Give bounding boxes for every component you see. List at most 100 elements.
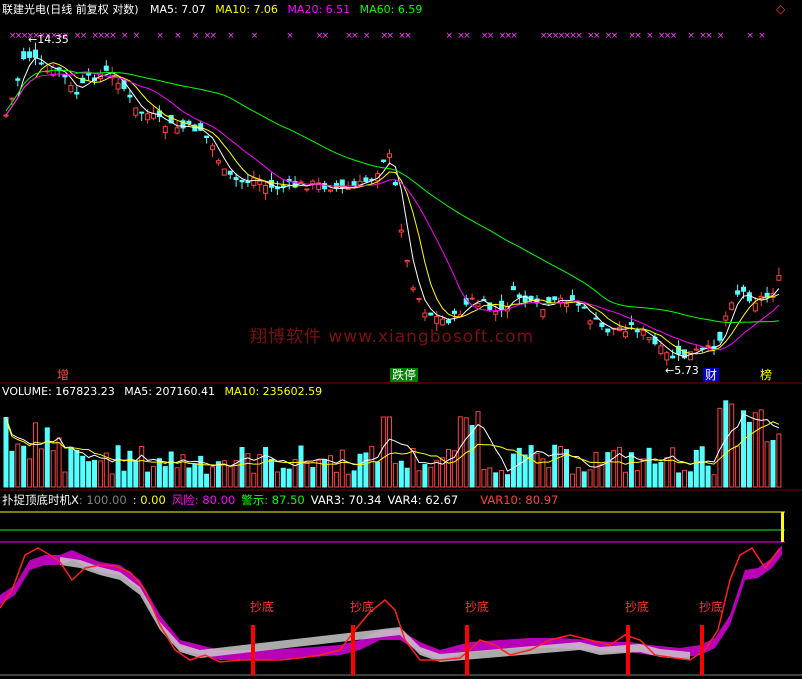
candle-body — [103, 65, 109, 71]
volume-bar — [481, 468, 487, 488]
volume-bar — [528, 445, 534, 488]
marker-x: × — [109, 31, 117, 41]
volume-bar — [345, 473, 351, 488]
event-tag-increase[interactable]: 增 — [55, 368, 71, 382]
volume-bar — [770, 439, 776, 488]
candle-body — [86, 73, 92, 76]
candle-body — [15, 78, 21, 81]
ma60-line — [5, 69, 779, 324]
volume-bar — [109, 473, 115, 488]
volume-bar — [86, 461, 92, 488]
volume-bar — [499, 469, 505, 488]
bottom-signal-bar — [351, 625, 355, 675]
candle-body — [186, 120, 192, 125]
event-tag-limit-down[interactable]: 跌停 — [390, 368, 419, 382]
volume-bar — [3, 417, 9, 488]
volume-bar — [487, 467, 493, 488]
marker-x: × — [687, 31, 695, 41]
bottom-signal-label: 抄底 — [250, 600, 275, 614]
ma20-line — [5, 71, 780, 351]
candle-body — [3, 114, 9, 117]
volume-bar — [369, 445, 375, 488]
volume-bar — [310, 467, 316, 488]
candle-body — [263, 185, 269, 194]
volume-bar — [251, 472, 257, 488]
candle-body — [552, 296, 558, 301]
volume-bar — [322, 458, 328, 488]
volume-legend: VOLUME: 167823.23 MA5: 207160.41 MA10: 2… — [2, 385, 322, 399]
marker-x: × — [510, 31, 518, 41]
event-tag-financial[interactable]: 财 — [703, 368, 720, 382]
volume-bar — [752, 412, 758, 488]
candle-body — [251, 177, 257, 186]
marker-x: × — [227, 31, 235, 41]
candle-body — [363, 177, 369, 182]
volume-bar — [168, 451, 174, 488]
volume-bar — [540, 458, 546, 488]
volume-bar — [174, 467, 180, 488]
marker-x: × — [611, 31, 619, 41]
stock-chart-window: 联建光电(日线 前复权 对数) MA5: 7.07 MA10: 7.06 MA2… — [0, 0, 802, 679]
candle-body — [328, 189, 333, 192]
volume-bar — [274, 471, 280, 488]
candle-body — [646, 337, 652, 341]
volume-bar — [204, 473, 210, 488]
volume-bar — [552, 444, 558, 488]
volume-bar — [741, 410, 746, 488]
candle-body — [74, 91, 80, 95]
volume-bar — [446, 448, 451, 488]
candle-body — [564, 303, 569, 308]
marker-x: × — [404, 31, 412, 41]
candle-body — [27, 51, 33, 58]
volume-bar — [628, 452, 634, 488]
volume-bar — [9, 450, 15, 488]
candle-body — [115, 82, 121, 90]
candle-body — [446, 319, 451, 324]
volume-bar — [387, 416, 392, 488]
volume-bar — [292, 459, 298, 488]
candle-body — [428, 312, 434, 316]
volume-bar — [404, 467, 410, 488]
volume-bar — [634, 470, 640, 488]
volume-bar — [339, 449, 345, 488]
volume-bar — [735, 445, 741, 488]
volume-bar — [658, 461, 664, 488]
volume-bar — [558, 445, 564, 488]
marker-x: × — [575, 31, 583, 41]
candle-body — [174, 127, 180, 134]
candle-body — [9, 97, 15, 100]
volume-bar — [316, 460, 322, 488]
candle-body — [215, 160, 221, 164]
volume-bar — [33, 422, 38, 488]
volume-bar — [68, 446, 74, 488]
candle-body — [729, 302, 735, 310]
candle-body — [245, 180, 251, 183]
volume-bar — [192, 463, 198, 488]
marker-x: × — [322, 31, 330, 41]
volume-bar — [434, 460, 440, 488]
volume-bar — [62, 471, 68, 488]
marker-x: × — [446, 31, 454, 41]
volume-bar — [640, 458, 646, 488]
volume-bar — [210, 466, 215, 488]
candle-body — [404, 259, 410, 263]
volume-bar — [505, 474, 510, 488]
indicator-item: VAR4: 62.67 — [387, 493, 459, 507]
volume-bar — [186, 467, 192, 488]
bottom-signal-label: 抄底 — [699, 600, 724, 614]
ma5-line — [5, 57, 780, 358]
volume-bar — [469, 425, 475, 488]
candle-body — [145, 113, 151, 121]
marker-x: × — [758, 31, 766, 41]
volume-bar — [687, 471, 693, 488]
bottom-signal-bar — [700, 625, 704, 675]
watermark: 翔博软件 www.xiangbosoft.com — [250, 327, 535, 347]
volume-bar — [670, 447, 676, 488]
low-price-label: ←5.73 — [665, 364, 699, 377]
volume-bar — [151, 465, 156, 488]
candle-body — [204, 135, 210, 138]
candle-body — [628, 322, 634, 325]
event-tag-list[interactable]: 榜 — [758, 368, 774, 382]
indicator-item: : 0.00 — [132, 493, 166, 507]
volume-bar — [363, 452, 369, 488]
